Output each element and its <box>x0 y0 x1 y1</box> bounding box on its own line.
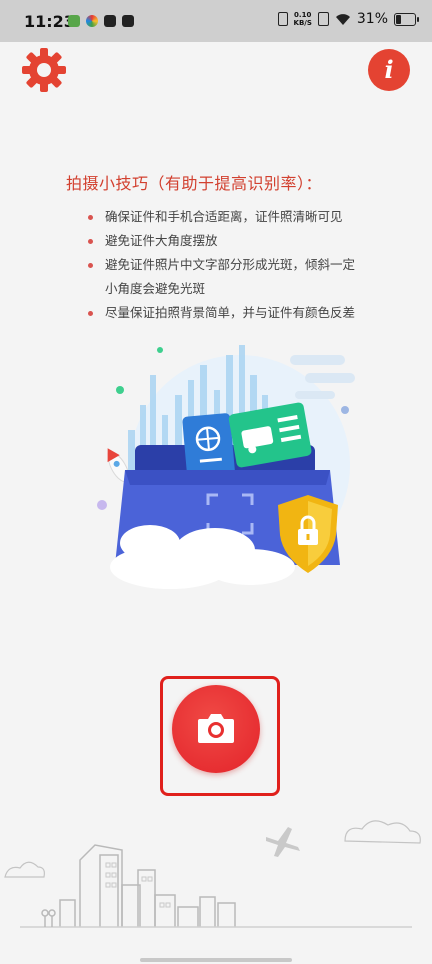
message-icon <box>104 15 116 27</box>
tip-item: 尽量保证拍照背景简单，并与证件有颜色反差 <box>88 301 388 325</box>
info-icon: i <box>384 55 394 84</box>
tips-list: 确保证件和手机合适距离，证件照清晰可见 避免证件大角度摆放 避免证件照片中文字部… <box>88 205 388 325</box>
battery-percent: 31% <box>356 11 388 27</box>
battery-icon <box>394 12 419 26</box>
sim-icon <box>317 12 329 26</box>
settings-button[interactable] <box>21 47 67 93</box>
app-notification-icon <box>86 15 98 27</box>
status-bar: 11:23 0.10 KB/S 31% <box>0 0 432 42</box>
tip-item-continued: 小角度会避免光斑 <box>105 281 206 296</box>
more-notifications-icon <box>122 15 134 27</box>
tips-title: 拍摄小技巧（有助于提高识别率）： <box>66 174 323 193</box>
tip-item: 避免证件照片中文字部分形成光斑，倾斜一定 <box>88 253 388 277</box>
camera-icon <box>198 714 234 743</box>
network-speed: 0.10 KB/S <box>293 11 312 27</box>
home-indicator[interactable] <box>140 958 292 962</box>
info-button[interactable]: i <box>368 49 410 91</box>
gear-icon <box>22 48 66 92</box>
id-scan-illustration <box>97 345 355 589</box>
tip-item: 确保证件和手机合适距离，证件照清晰可见 <box>88 205 388 229</box>
capture-button[interactable] <box>172 685 260 773</box>
notification-icons <box>68 15 134 27</box>
app-notification-icon <box>68 15 80 27</box>
wifi-icon <box>335 13 350 25</box>
city-skyline-illustration <box>4 820 421 928</box>
vibrate-icon <box>277 12 288 26</box>
tip-item: 避免证件大角度摆放 <box>88 229 388 253</box>
status-right: 0.10 KB/S 31% <box>277 11 419 27</box>
